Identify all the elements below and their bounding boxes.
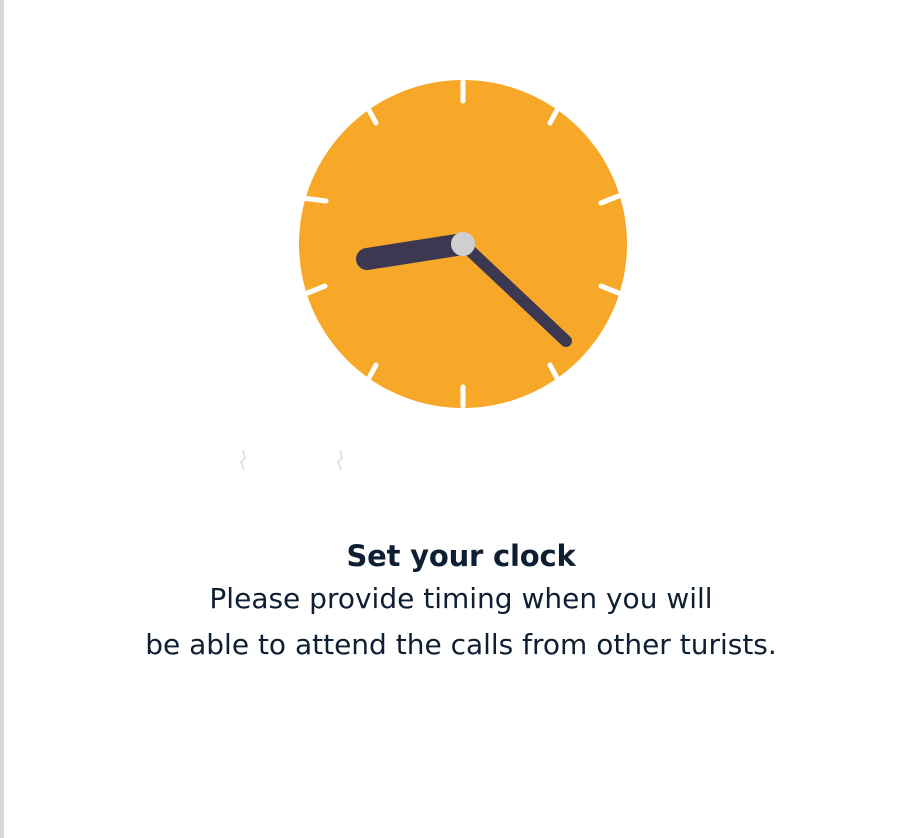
page-title: Set your clock bbox=[346, 539, 576, 573]
onboarding-screen: Set your clock Please provide timing whe… bbox=[0, 0, 922, 838]
clock-illustration bbox=[0, 0, 922, 480]
description-line-1: Please provide timing when you will bbox=[209, 582, 713, 615]
faint-decoration-right-icon bbox=[336, 449, 344, 471]
onboarding-text: Set your clock Please provide timing whe… bbox=[0, 536, 922, 668]
clock-hour-hand bbox=[356, 233, 474, 270]
clock-icon bbox=[239, 79, 627, 471]
clock-center-cap bbox=[451, 232, 475, 256]
faint-decoration-left-icon bbox=[239, 449, 247, 471]
description-line-2: be able to attend the calls from other t… bbox=[145, 628, 777, 661]
